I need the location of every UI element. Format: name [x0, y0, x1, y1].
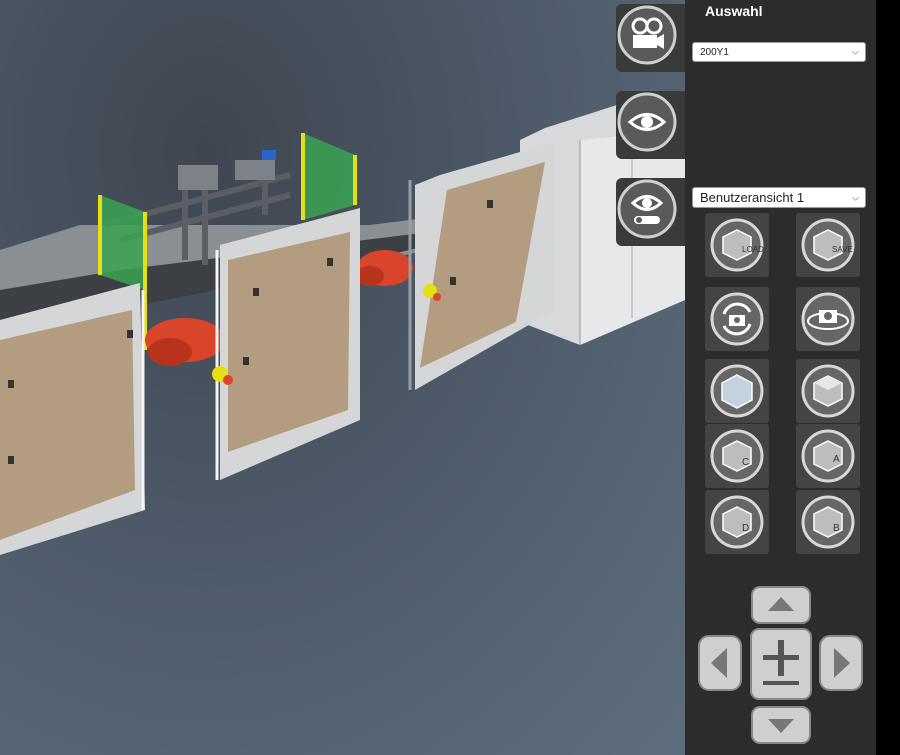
eye-icon — [617, 92, 677, 152]
save-view-button[interactable]: SAVE — [796, 213, 860, 277]
camera-rotate-icon — [710, 292, 764, 346]
load-view-button[interactable]: LOAD — [705, 213, 769, 277]
eye-toggle-icon — [617, 179, 677, 239]
top-view-button[interactable] — [796, 359, 860, 423]
svg-text:A: A — [833, 454, 840, 465]
3d-viewport[interactable] — [0, 0, 685, 755]
view-eye-button[interactable] — [616, 91, 685, 159]
camera-orbit-icon — [801, 292, 855, 346]
eye-settings-button[interactable] — [616, 178, 685, 246]
orbit-camera-button[interactable] — [796, 287, 860, 351]
cube-a-icon: A — [801, 429, 855, 483]
minus-icon — [763, 681, 799, 685]
view-d-button[interactable]: D — [705, 490, 769, 554]
view-b-button[interactable]: B — [796, 490, 860, 554]
cube-c-icon: C — [710, 429, 764, 483]
rotate-camera-button[interactable] — [705, 287, 769, 351]
svg-text:SAVE: SAVE — [832, 245, 853, 254]
cube-save-icon: SAVE — [801, 218, 855, 272]
cube-b-icon: B — [801, 495, 855, 549]
camera-film-button[interactable] — [616, 4, 685, 72]
selection-dropdown-value: 200Y1 — [700, 46, 729, 58]
arrow-left-button[interactable] — [697, 634, 743, 692]
iso-view-button[interactable] — [705, 359, 769, 423]
svg-text:LOAD: LOAD — [742, 245, 764, 254]
cube-load-icon: LOAD — [710, 218, 764, 272]
view-a-button[interactable]: A — [796, 424, 860, 488]
chevron-down-icon: ⌵ — [852, 192, 859, 202]
side-panel: Auswahl 200Y1 ⌵ Benutzeransicht 1 ⌵ LOAD… — [685, 0, 876, 755]
arrow-up-button[interactable] — [750, 585, 812, 625]
view-dropdown-value: Benutzeransicht 1 — [700, 190, 805, 205]
selection-dropdown[interactable]: 200Y1 ⌵ — [692, 42, 866, 62]
svg-text:C: C — [742, 457, 749, 468]
view-c-button[interactable]: C — [705, 424, 769, 488]
view-dropdown[interactable]: Benutzeransicht 1 ⌵ — [692, 187, 866, 208]
svg-text:B: B — [833, 523, 840, 534]
arrow-down-button[interactable] — [750, 705, 812, 745]
zoom-center-button[interactable] — [749, 627, 813, 701]
machine-scene — [0, 104, 685, 555]
right-edge-bar — [876, 0, 900, 755]
chevron-down-icon: ⌵ — [852, 46, 859, 57]
movie-camera-icon — [617, 5, 677, 65]
panel-title: Auswahl — [705, 3, 763, 19]
svg-text:D: D — [742, 523, 749, 534]
arrow-right-button[interactable] — [818, 634, 864, 692]
cube-d-icon: D — [710, 495, 764, 549]
cube-iso-icon — [710, 364, 764, 418]
cube-top-icon — [801, 364, 855, 418]
